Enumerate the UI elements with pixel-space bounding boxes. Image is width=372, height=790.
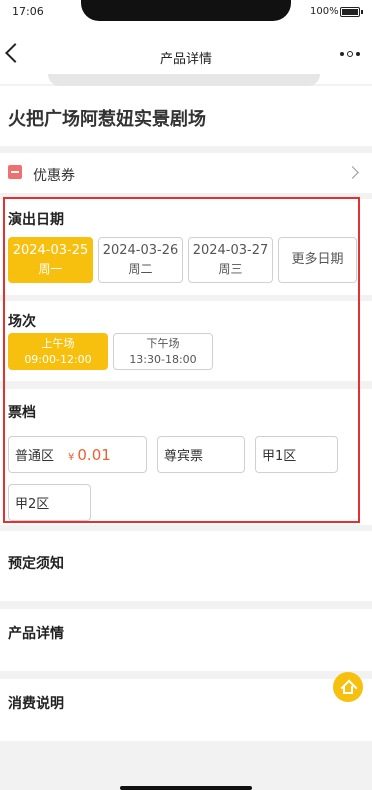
battery-icon	[340, 7, 363, 17]
ticket-icon	[8, 165, 22, 179]
page-title: 产品详情	[159, 52, 212, 67]
coupon-label: 优惠券	[33, 168, 75, 184]
booking-notice-section[interactable]: 预定须知	[0, 531, 372, 601]
booking-notice-title: 预定须知	[8, 556, 64, 572]
home-button[interactable]	[333, 672, 363, 702]
product-details-title: 产品详情	[8, 626, 64, 642]
home-indicator	[120, 786, 252, 790]
status-bar: 17:06 100%	[0, 0, 372, 26]
notch	[81, 0, 291, 21]
product-title-block: 火把广场阿惹妞实景剧场	[0, 86, 372, 146]
product-title: 火把广场阿惹妞实景剧场	[8, 109, 206, 130]
highlight-box	[3, 197, 360, 523]
consumption-notes-title: 消费说明	[8, 696, 64, 712]
more-options-icon[interactable]	[340, 51, 360, 57]
consumption-notes-section[interactable]: 消费说明	[0, 679, 372, 741]
home-icon-body	[343, 686, 353, 694]
battery-percent: 100%	[310, 6, 339, 17]
status-time: 17:06	[12, 5, 44, 18]
product-details-section[interactable]: 产品详情	[0, 609, 372, 671]
hero-image	[48, 74, 320, 86]
chevron-right-icon	[346, 166, 359, 179]
coupon-row[interactable]: 优惠券	[0, 153, 372, 193]
